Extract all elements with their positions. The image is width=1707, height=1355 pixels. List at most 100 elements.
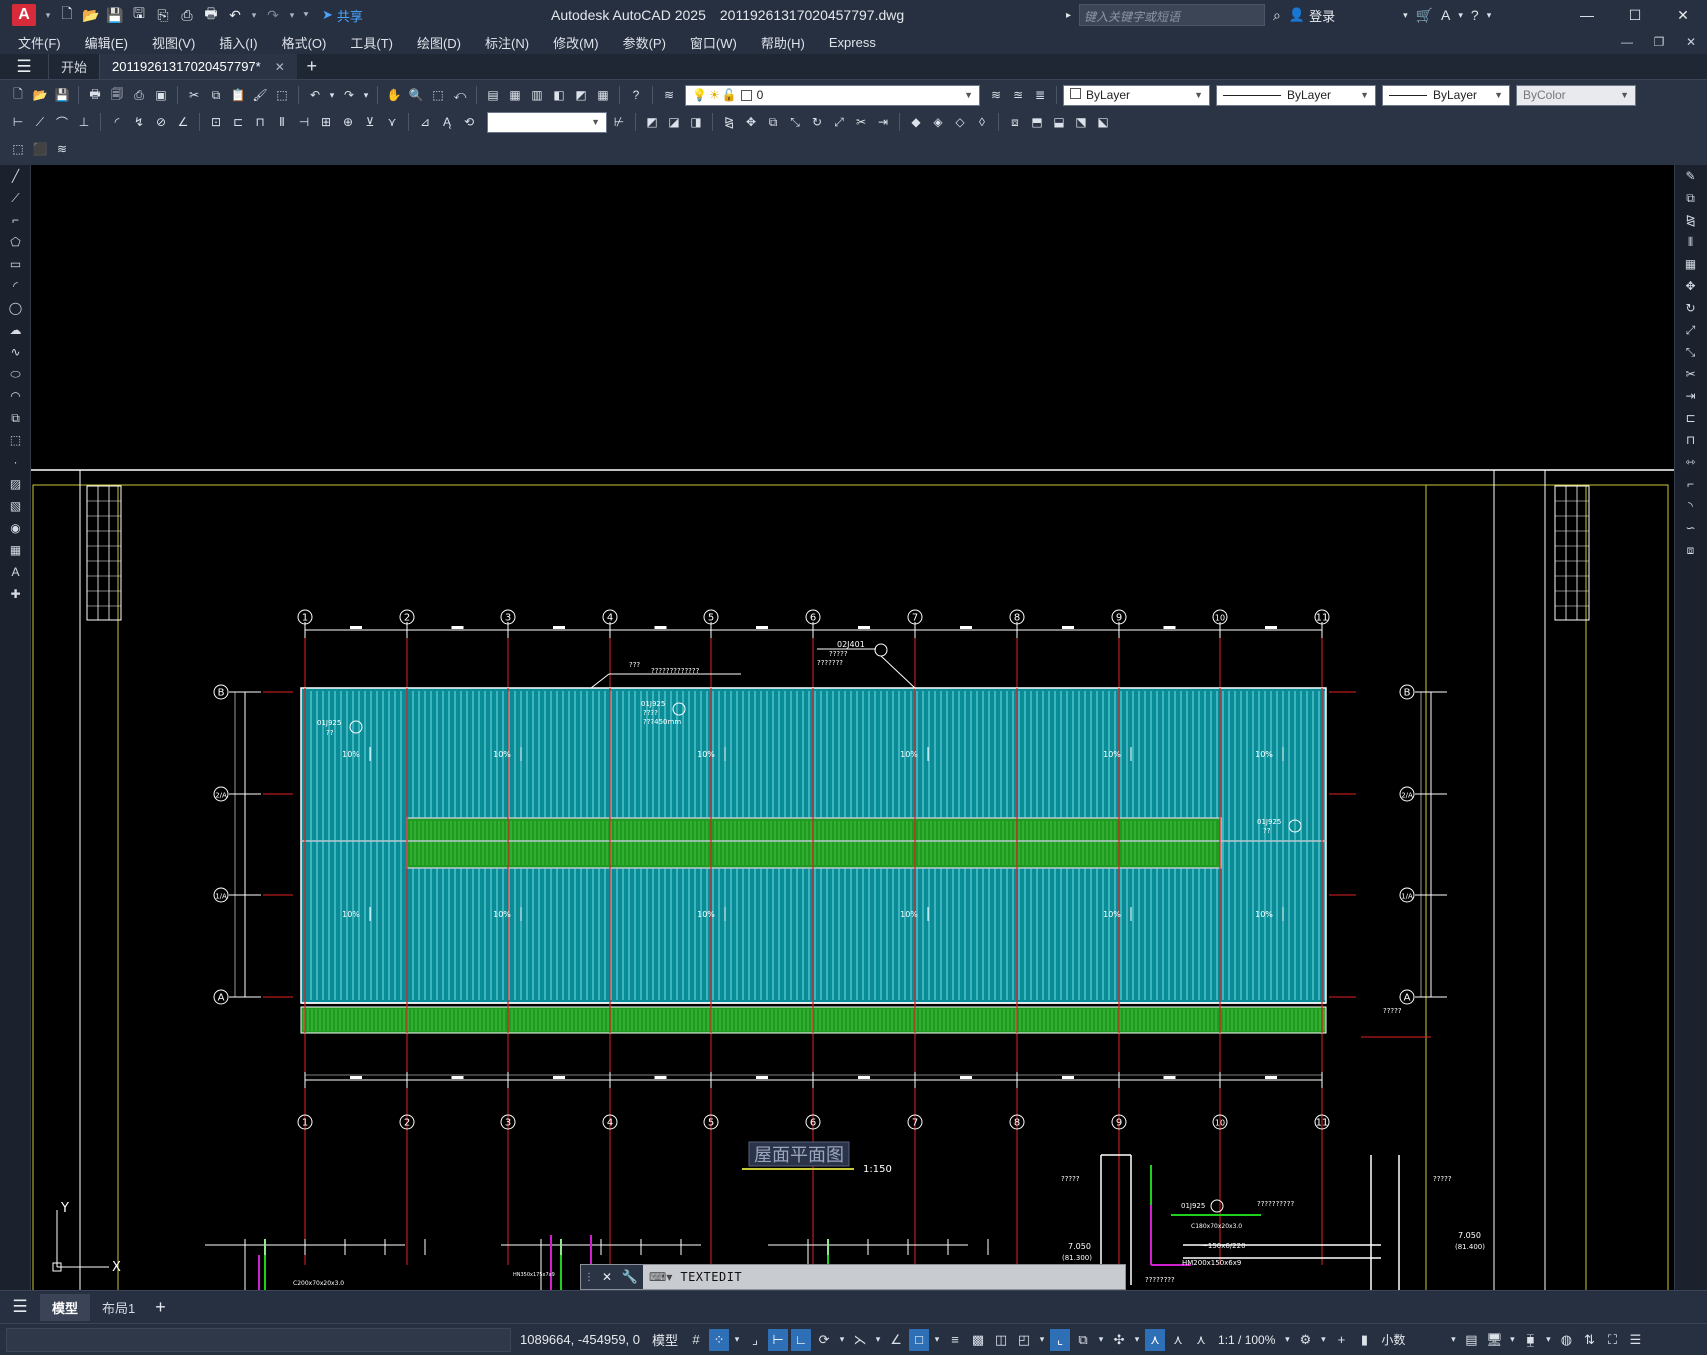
3d-print-icon[interactable]: ▣ [151, 85, 171, 105]
annotation-visibility-icon[interactable]: ⋏ [1145, 1328, 1166, 1351]
color-dropdown[interactable]: ByLayer ▼ [1063, 84, 1210, 106]
polyline-icon[interactable]: ⌐ [0, 209, 31, 231]
dim-linear-icon[interactable]: ⊢ [8, 112, 28, 132]
zoom-window-icon[interactable]: ⬚ [428, 85, 448, 105]
model-space-button[interactable]: 模型 [652, 1330, 678, 1349]
rotate-modify-icon[interactable]: ↻ [1675, 297, 1706, 319]
units-display[interactable]: 小数 [1381, 1331, 1441, 1348]
table-icon[interactable]: ▦ [0, 539, 31, 561]
workspace-dropdown-icon[interactable]: ▾ [1318, 1329, 1328, 1351]
layer-states-icon[interactable]: ≣ [1030, 85, 1050, 105]
fillet-icon[interactable]: ◝ [1675, 495, 1706, 517]
units-dropdown-icon[interactable]: ▾ [1448, 1329, 1458, 1351]
new-file-icon[interactable]: 🗋 [56, 4, 78, 26]
block-insert-icon[interactable]: ⬚ [8, 139, 28, 159]
isolate-dropdown-icon[interactable]: ▾ [1543, 1329, 1553, 1351]
menu-modify[interactable]: 修改(M) [553, 33, 599, 52]
dim-style-manager-icon[interactable]: ⊬ [609, 112, 629, 132]
undo-icon[interactable]: ↶ [224, 4, 246, 26]
dim-radius-icon[interactable]: ◜ [107, 112, 127, 132]
menu-view[interactable]: 视图(V) [152, 33, 195, 52]
doc-close-icon[interactable]: ✕ [1675, 30, 1707, 54]
rectangle-icon[interactable]: ▭ [0, 253, 31, 275]
menu-parametric[interactable]: 参数(P) [623, 33, 666, 52]
add-selected-icon[interactable]: ✚ [0, 583, 31, 605]
rotate-icon[interactable]: ↻ [807, 112, 827, 132]
help-icon[interactable]: ? [1471, 7, 1479, 23]
trim-modify-icon[interactable]: ✂ [1675, 363, 1706, 385]
preview-icon[interactable]: 🗐 [107, 85, 127, 105]
hardware-acceleration-icon[interactable]: ◍ [1556, 1329, 1576, 1351]
point-icon[interactable]: · [0, 451, 31, 473]
make-block-icon[interactable]: ⬚ [0, 429, 31, 451]
workspace-icon[interactable]: ⚙ [1295, 1329, 1315, 1351]
grid-icon[interactable]: # [686, 1329, 706, 1351]
trim-icon[interactable]: ✂ [851, 112, 871, 132]
close-icon[interactable]: ✕ [1659, 0, 1707, 30]
dim-text-edit-icon[interactable]: Ą [437, 112, 457, 132]
mirror-icon[interactable]: ⧎ [719, 112, 739, 132]
linetype-dropdown[interactable]: ByLayer ▼ [1216, 84, 1376, 106]
gradient-icon[interactable]: ▧ [0, 495, 31, 517]
union-icon[interactable]: ◈ [928, 112, 948, 132]
redo-tb-icon[interactable]: ↷ [339, 85, 359, 105]
add-layout-icon[interactable]: + [155, 1297, 166, 1318]
annotation-monitor-icon[interactable]: + [1331, 1329, 1351, 1351]
menu-tools[interactable]: 工具(T) [350, 33, 393, 52]
region-draw-icon[interactable]: ◉ [0, 517, 31, 539]
scale-dropdown-icon[interactable]: ▾ [1282, 1329, 1292, 1351]
save-tb-icon[interactable]: 💾 [52, 85, 72, 105]
drawing-canvas[interactable]: 1 2 3 4 5 6 7 8 9 10 11 1 2 3 4 5 6 7 8 9 10 11 B 2/A 1/A A B 2/A 1/… [31, 165, 1674, 1296]
snap-icon[interactable]: ⁘ [709, 1328, 730, 1351]
menu-insert[interactable]: 插入(I) [219, 33, 257, 52]
share-button[interactable]: ➤ 共享 [322, 6, 363, 25]
quick-properties-icon[interactable]: ▤ [1461, 1329, 1481, 1351]
redo-icon[interactable]: ↷ [262, 4, 284, 26]
help-dropdown-icon[interactable]: ▾ [1487, 10, 1492, 21]
intersect-icon[interactable]: ◊ [972, 112, 992, 132]
undo-dropdown-icon[interactable]: ▾ [248, 10, 260, 21]
autodesk-a360-icon[interactable]: A [1441, 7, 1450, 23]
layer-dropdown[interactable]: 💡 ☀ 🔓 0 ▼ [685, 84, 980, 106]
dim-edit-icon[interactable]: ⊿ [415, 112, 435, 132]
draw-order-above-icon[interactable]: ◨ [686, 112, 706, 132]
save-web-icon[interactable]: ⎙ [176, 4, 198, 26]
sheet-set-icon[interactable]: ◧ [549, 85, 569, 105]
customize-qat-icon[interactable]: ⯆ [300, 10, 312, 21]
cad-drawing[interactable]: 1 2 3 4 5 6 7 8 9 10 111 2 3 4 5 6 7 8 9 10 11B2/A1/AAB2/A1/… [31, 165, 1674, 1296]
menu-window[interactable]: 窗口(W) [690, 33, 737, 52]
make-block-icon[interactable]: ⬛ [30, 139, 50, 159]
search-icon[interactable]: ⌕ [1273, 7, 1281, 24]
scale-modify-icon[interactable]: ⤢ [1675, 319, 1706, 341]
draw-order-back-icon[interactable]: ◪ [664, 112, 684, 132]
dim-break-icon[interactable]: ⊣ [294, 112, 314, 132]
polygon-icon[interactable]: ⬠ [0, 231, 31, 253]
selection-filter-icon[interactable]: ⧉ [1073, 1329, 1093, 1351]
autocad-logo-icon[interactable]: A [12, 4, 36, 26]
arc-icon[interactable]: ◜ [0, 275, 31, 297]
inspect-icon[interactable]: ⊻ [360, 112, 380, 132]
command-line-customize-icon[interactable]: 🔧 [617, 1265, 643, 1289]
3d-osnap-icon[interactable]: ◰ [1014, 1329, 1034, 1351]
menu-draw[interactable]: 绘图(D) [417, 33, 461, 52]
extend-icon[interactable]: ⇥ [873, 112, 893, 132]
isolate-objects-icon[interactable]: ⧯ [1520, 1329, 1540, 1351]
dim-ordinate-icon[interactable]: ⊥ [74, 112, 94, 132]
stretch-icon[interactable]: ⤡ [785, 112, 805, 132]
mirror-modify-icon[interactable]: ⧎ [1675, 209, 1706, 231]
box-icon[interactable]: ⧈ [1005, 112, 1025, 132]
qnew-icon[interactable]: 🗋 [8, 85, 28, 105]
iso-dropdown-icon[interactable]: ▾ [873, 1329, 883, 1351]
mtext-icon[interactable]: A [0, 561, 31, 583]
login-button[interactable]: 👤 登录 [1289, 6, 1335, 25]
break-at-point-icon[interactable]: ⊏ [1675, 407, 1706, 429]
units-icon[interactable]: ▮ [1354, 1329, 1374, 1351]
extend-modify-icon[interactable]: ⇥ [1675, 385, 1706, 407]
markup-icon[interactable]: ◩ [571, 85, 591, 105]
offset-icon[interactable]: ⫴ [1675, 231, 1706, 253]
dim-aligned-icon[interactable]: ⟋ [30, 112, 50, 132]
gizmo-dropdown-icon[interactable]: ▾ [1132, 1329, 1142, 1351]
move-icon[interactable]: ✥ [741, 112, 761, 132]
layer-properties-icon[interactable]: ≋ [659, 85, 679, 105]
ortho-icon[interactable]: ∟ [791, 1328, 812, 1351]
